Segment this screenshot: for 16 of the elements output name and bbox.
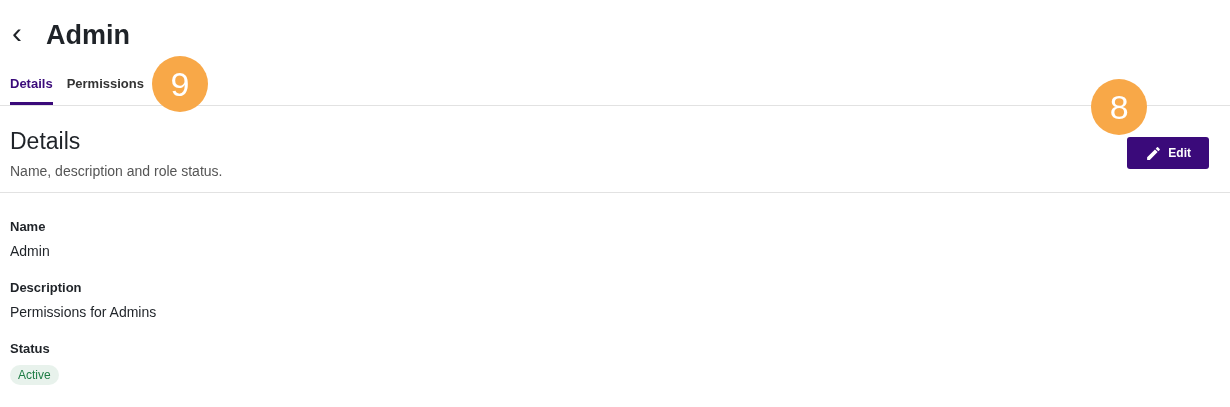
tab[interactable]: Details: [10, 76, 53, 105]
edit-button[interactable]: Edit: [1127, 137, 1209, 169]
back-button[interactable]: ‹: [12, 18, 46, 48]
status-badge: Active: [10, 365, 59, 385]
tab[interactable]: Permissions: [66, 76, 144, 105]
field-value: Permissions for Admins: [10, 304, 158, 320]
step-number: 9: [152, 56, 208, 112]
field-label: Name: [10, 219, 47, 234]
field-label: Description: [10, 280, 83, 295]
section-subtitle: Name, description and role status.: [10, 163, 223, 179]
field-label: Status: [10, 341, 51, 356]
page-title: Admin: [46, 19, 130, 51]
step-number: 8: [1091, 79, 1148, 135]
field-value: Admin: [10, 243, 51, 259]
section-title: Details: [10, 128, 82, 155]
pencil-icon: [1145, 144, 1163, 162]
